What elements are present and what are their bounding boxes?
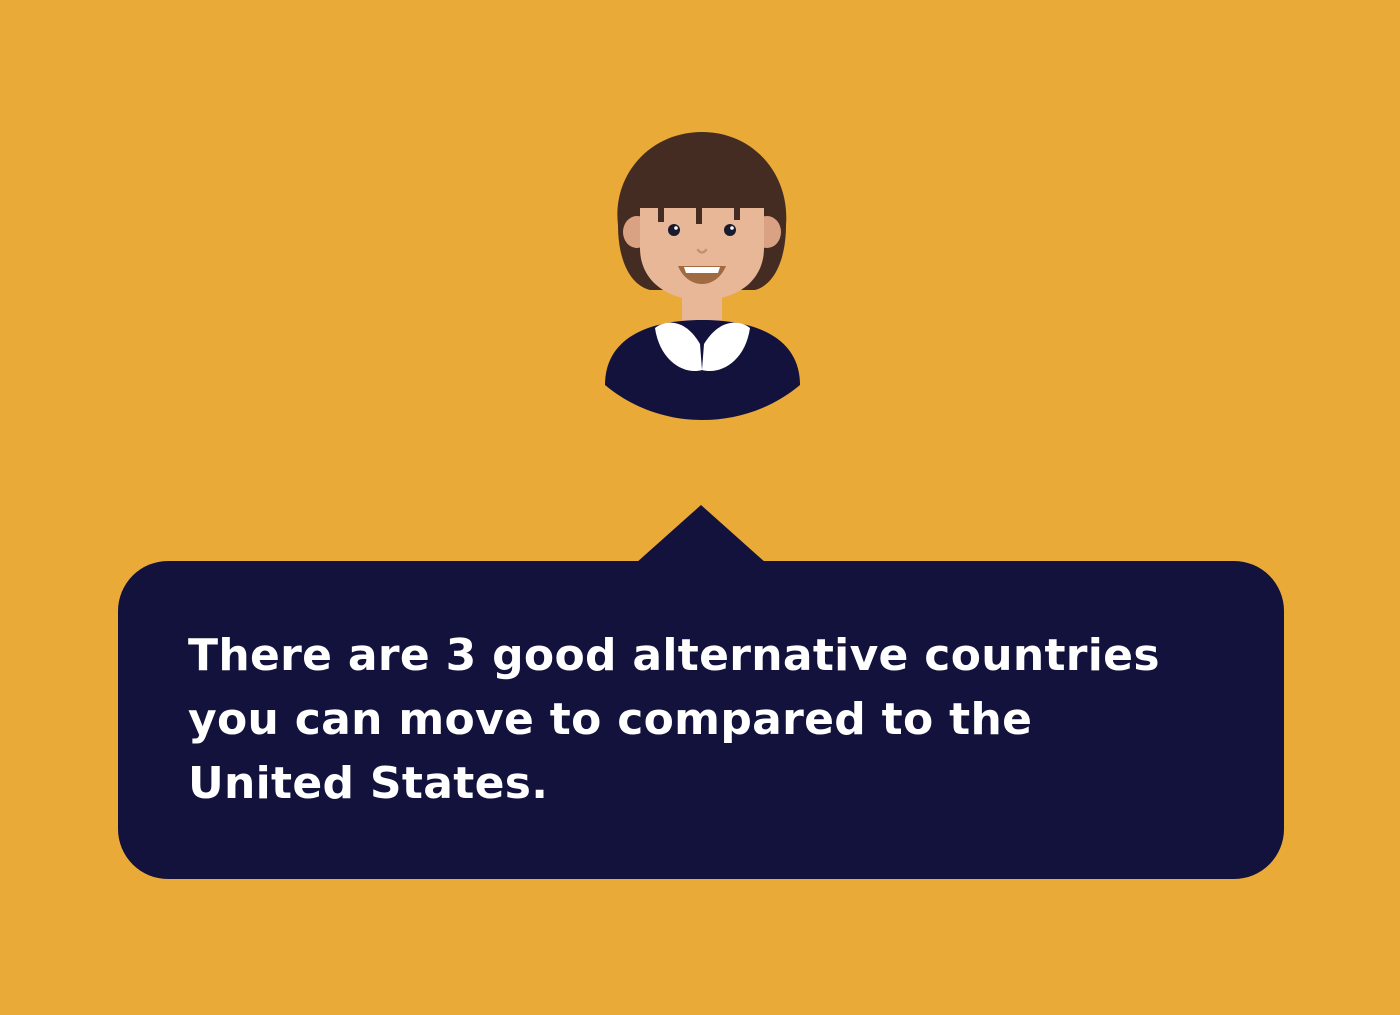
bangs-strand-1 <box>658 202 664 222</box>
speech-bubble-body: There are 3 good alternative countries y… <box>118 561 1284 879</box>
illustration-scene: There are 3 good alternative countries y… <box>0 0 1400 1015</box>
speech-bubble: There are 3 good alternative countries y… <box>118 505 1284 880</box>
teeth <box>684 267 720 273</box>
bangs-strand-3 <box>734 202 740 220</box>
right-eye <box>724 224 736 236</box>
smiling-girl-avatar-icon <box>605 132 800 420</box>
left-eye <box>668 224 680 236</box>
speech-bubble-text: There are 3 good alternative countries y… <box>188 630 1160 809</box>
speech-bubble-tail <box>636 505 766 563</box>
bangs-strand-2 <box>696 202 702 224</box>
